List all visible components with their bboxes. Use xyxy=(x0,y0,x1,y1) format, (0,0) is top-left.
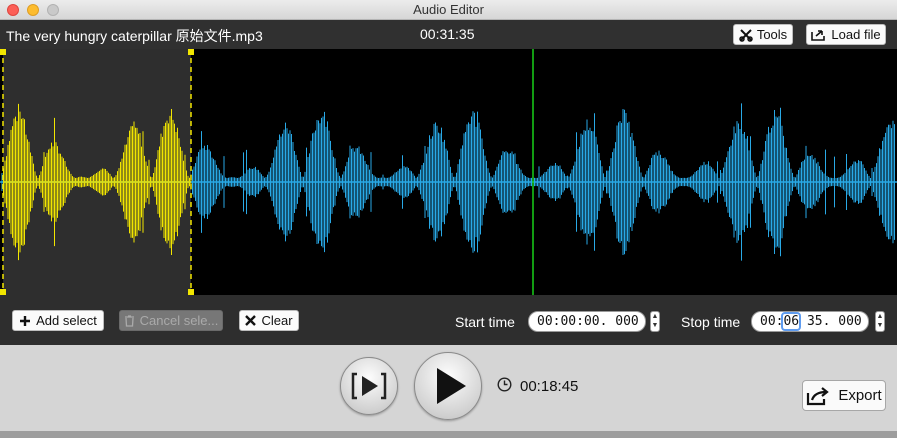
underlying-window-strip xyxy=(0,431,897,438)
title-bar: Audio Editor xyxy=(0,0,897,20)
x-icon xyxy=(245,315,257,326)
cancel-select-button[interactable]: Cancel sele... xyxy=(119,310,223,331)
stop-time-field[interactable]: 00:06 35. 000 xyxy=(751,311,869,332)
clear-button[interactable]: Clear xyxy=(239,310,299,331)
waveform-canvas[interactable] xyxy=(0,49,897,295)
play-button[interactable] xyxy=(414,352,482,420)
add-select-button[interactable]: Add select xyxy=(12,310,104,331)
export-icon xyxy=(807,386,830,405)
load-file-icon xyxy=(811,30,826,41)
add-select-label: Add select xyxy=(36,313,97,328)
export-button[interactable]: Export xyxy=(802,380,886,411)
load-file-button[interactable]: Load file xyxy=(806,24,886,45)
clear-label: Clear xyxy=(261,313,293,328)
waveform-view[interactable] xyxy=(0,49,897,295)
trash-icon xyxy=(124,314,134,327)
plus-icon xyxy=(20,315,31,326)
clock-icon xyxy=(497,377,512,392)
export-label: Export xyxy=(838,387,882,404)
stop-time-stepper[interactable]: ▲ ▼ xyxy=(875,311,885,332)
window-title: Audio Editor xyxy=(413,2,484,17)
play-selection-icon xyxy=(351,372,387,400)
header-bar: The very hungry caterpillar 原始文件.mp3 00:… xyxy=(0,20,897,49)
selection-handle[interactable] xyxy=(0,49,6,55)
transport-bar: 00:18:45 Export xyxy=(0,345,897,438)
start-time-stepper[interactable]: ▲ ▼ xyxy=(650,311,660,332)
cancel-select-label: Cancel sele... xyxy=(139,313,219,328)
total-duration: 00:31:35 xyxy=(420,26,475,42)
stop-time-label: Stop time xyxy=(681,314,741,330)
tools-button[interactable]: Tools xyxy=(733,24,793,45)
elapsed-time: 00:18:45 xyxy=(520,378,579,395)
scissors-icon xyxy=(739,28,753,42)
stop-time-seconds: 35. 000 xyxy=(799,314,862,329)
stop-time-hours: 00: xyxy=(760,314,784,329)
start-time-field[interactable]: 00:00:00. 000 xyxy=(528,311,646,332)
play-icon xyxy=(437,368,466,404)
load-file-label: Load file xyxy=(831,27,881,42)
stop-time-minutes[interactable]: 06 xyxy=(781,312,802,331)
file-name: The very hungry caterpillar 原始文件.mp3 xyxy=(6,28,263,44)
start-time-label: Start time xyxy=(455,314,515,330)
selection-handle[interactable] xyxy=(188,49,194,55)
selection-controls: Add select Cancel sele... Clear Start ti… xyxy=(0,295,897,345)
play-selection-button[interactable] xyxy=(340,357,398,415)
tools-label: Tools xyxy=(756,27,788,42)
